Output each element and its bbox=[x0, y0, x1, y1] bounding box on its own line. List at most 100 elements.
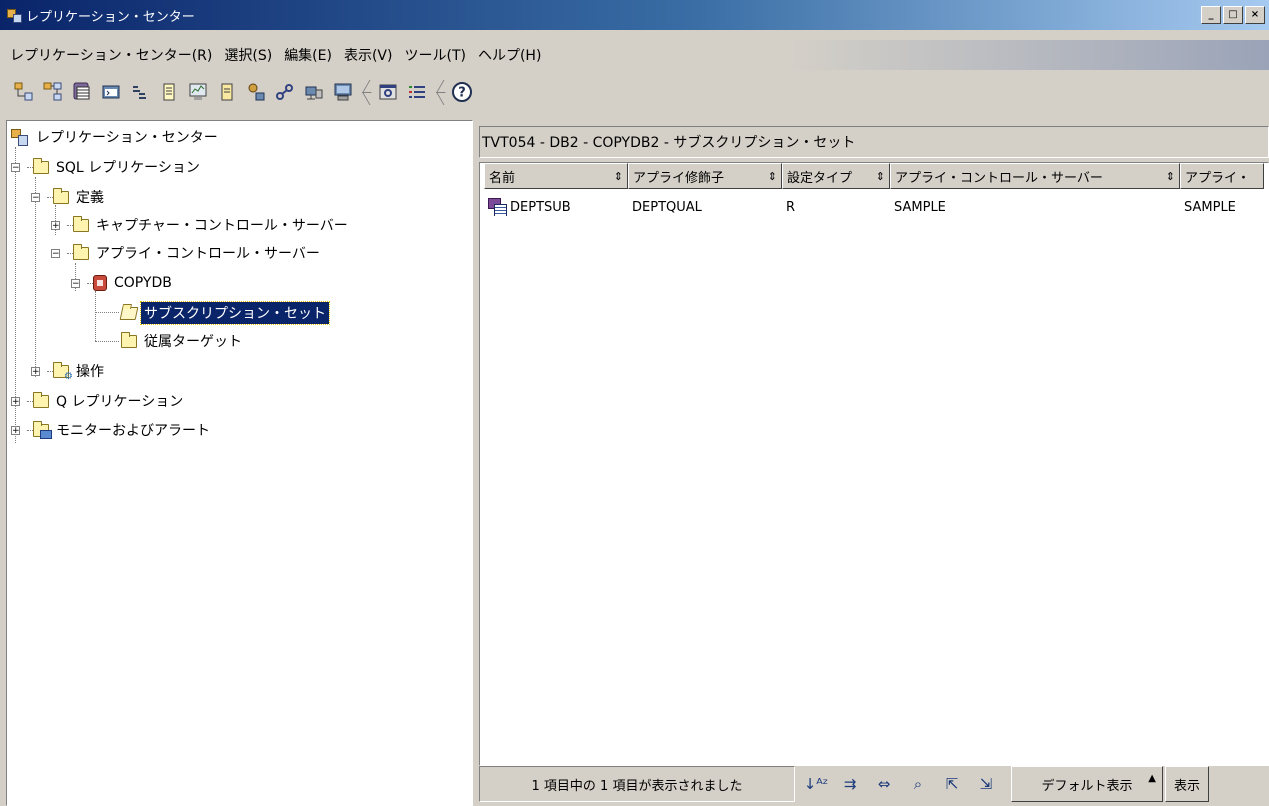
expand-capture-control-server[interactable]: + bbox=[51, 221, 60, 231]
monitor-icon[interactable] bbox=[187, 81, 209, 103]
cell-name: DEPTSUB bbox=[484, 198, 628, 216]
navigation-tree: レプリケーション・センター − SQL レプリケーション − 定義 + キャプチ… bbox=[6, 120, 473, 806]
table-row[interactable]: DEPTSUB DEPTQUAL R SAMPLE SAMPLE bbox=[484, 195, 1264, 219]
satellite-icon[interactable] bbox=[303, 81, 325, 103]
tree-node-q-replication[interactable]: Q レプリケーション bbox=[33, 387, 186, 415]
replication-icon[interactable] bbox=[13, 81, 35, 103]
tree-node-label: 定義 bbox=[76, 190, 104, 206]
column-header-set-type[interactable]: 設定タイプ ⇕ bbox=[782, 163, 890, 189]
folder-icon bbox=[73, 215, 89, 232]
column-header-apply-control-server[interactable]: アプライ・コントロール・サーバー ⇕ bbox=[890, 163, 1180, 189]
task-icon[interactable] bbox=[129, 81, 151, 103]
select-add-icon[interactable]: ⇱ bbox=[939, 772, 965, 796]
select-remove-icon[interactable]: ⇲ bbox=[973, 772, 999, 796]
tree-node-dependent-targets[interactable]: 従属ターゲット bbox=[121, 327, 245, 355]
sort-icon: ⇕ bbox=[1165, 169, 1175, 183]
folder-icon bbox=[73, 243, 89, 260]
minimize-button[interactable]: _ bbox=[1201, 6, 1221, 24]
menu-select[interactable]: 選択(S) bbox=[218, 45, 278, 65]
note-icon[interactable] bbox=[216, 81, 238, 103]
folder-icon bbox=[53, 187, 69, 204]
column-label: アプライ・ bbox=[1185, 170, 1251, 186]
tree-node-subscription-sets[interactable]: サブスクリプション・セット bbox=[119, 299, 330, 327]
help-icon[interactable]: ? bbox=[451, 81, 473, 103]
menu-view[interactable]: 表示(V) bbox=[338, 45, 399, 65]
filter-icon[interactable]: ⇉ bbox=[837, 772, 863, 796]
columns-icon[interactable]: ⇔ bbox=[871, 772, 897, 796]
collapse-apply-control-server[interactable]: − bbox=[51, 249, 60, 259]
tree-node-operations[interactable]: 操作 bbox=[53, 357, 107, 385]
menu-tools[interactable]: ツール(T) bbox=[398, 45, 471, 65]
close-button[interactable]: × bbox=[1245, 6, 1265, 24]
menu-edit[interactable]: 編集(E) bbox=[278, 45, 338, 65]
details-header: TVT054 - DB2 - COPYDB2 - サブスクリプション・セット bbox=[479, 126, 1269, 158]
maximize-button[interactable]: □ bbox=[1223, 6, 1243, 24]
column-label: 設定タイプ bbox=[787, 170, 853, 186]
folder-icon bbox=[33, 391, 49, 408]
tree-node-copydb[interactable]: COPYDB bbox=[93, 269, 175, 297]
tree-node-label: モニターおよびアラート bbox=[56, 423, 210, 439]
status-bar: 1 項目中の 1 項目が表示されました ↓ᴬᶻ ⇉ ⇔ ⌕ ⇱ ⇲ デフォルト表… bbox=[479, 762, 1269, 806]
column-label: アプライ・コントロール・サーバー bbox=[895, 170, 1103, 186]
subscription-set-icon bbox=[488, 198, 507, 216]
tree-node-definitions[interactable]: 定義 bbox=[53, 183, 107, 211]
list-icon[interactable] bbox=[406, 81, 428, 103]
tree-node-apply-control-server[interactable]: アプライ・コントロール・サーバー bbox=[73, 239, 323, 267]
tree-node-monitor-alerts[interactable]: モニターおよびアラート bbox=[33, 416, 213, 444]
tree-node-label: Q レプリケーション bbox=[56, 394, 184, 410]
sort-az-icon[interactable]: ↓ᴬᶻ bbox=[803, 772, 829, 796]
cell-apply-control-server: SAMPLE bbox=[894, 199, 946, 215]
toolbar-separator bbox=[360, 78, 368, 106]
cell-apply-qualifier: DEPTQUAL bbox=[632, 199, 702, 215]
caret-up-icon: ▲ bbox=[1148, 773, 1156, 784]
tree-node-label: キャプチャー・コントロール・サーバー bbox=[96, 218, 348, 234]
sort-icon: ⇕ bbox=[875, 169, 885, 183]
replication-multi-icon[interactable] bbox=[42, 81, 64, 103]
key-user-icon[interactable] bbox=[245, 81, 267, 103]
monitor-folder-icon bbox=[33, 420, 52, 439]
column-label: 名前 bbox=[489, 170, 516, 186]
toolbar: ? bbox=[0, 74, 1269, 110]
toolbar-separator bbox=[434, 78, 442, 106]
computer-icon[interactable] bbox=[332, 81, 354, 103]
expand-q-replication[interactable]: + bbox=[11, 397, 20, 407]
database-icon[interactable] bbox=[71, 81, 93, 103]
title-bar: レプリケーション・センター _ □ × bbox=[0, 0, 1269, 30]
view-button[interactable]: 表示 bbox=[1165, 766, 1209, 802]
folder-icon bbox=[33, 157, 49, 174]
find-icon[interactable]: ⌕ bbox=[905, 772, 931, 796]
menu-replication-center[interactable]: レプリケーション・センター(R) bbox=[4, 45, 218, 65]
settings-icon[interactable] bbox=[377, 81, 399, 103]
collapse-sql-replication[interactable]: − bbox=[11, 163, 20, 173]
cell-name-text: DEPTSUB bbox=[510, 199, 571, 215]
operations-folder-icon bbox=[53, 361, 73, 382]
command-window-icon[interactable] bbox=[100, 81, 122, 103]
app-icon bbox=[6, 7, 22, 23]
details-pane: TVT054 - DB2 - COPYDB2 - サブスクリプション・セット 名… bbox=[479, 120, 1269, 806]
open-folder-icon bbox=[119, 306, 139, 320]
expand-operations[interactable]: + bbox=[31, 367, 40, 377]
tree-node-label: サブスクリプション・セット bbox=[140, 301, 330, 325]
collapse-definitions[interactable]: − bbox=[31, 193, 40, 203]
default-view-button[interactable]: デフォルト表示 ▲ bbox=[1011, 766, 1163, 802]
window-controls: _ □ × bbox=[1201, 6, 1265, 24]
tree-node-replication-center[interactable]: レプリケーション・センター bbox=[11, 123, 221, 151]
cell-apply-extra: SAMPLE bbox=[1184, 199, 1236, 215]
column-header-apply-qualifier[interactable]: アプライ修飾子 ⇕ bbox=[628, 163, 782, 189]
menu-help[interactable]: ヘルプ(H) bbox=[472, 45, 547, 65]
menu-bar: レプリケーション・センター(R) 選択(S) 編集(E) 表示(V) ツール(T… bbox=[0, 40, 1269, 70]
expand-monitor-alerts[interactable]: + bbox=[11, 426, 20, 436]
default-view-label: デフォルト表示 bbox=[1041, 778, 1133, 794]
folder-icon bbox=[121, 331, 137, 348]
tree-node-capture-control-server[interactable]: キャプチャー・コントロール・サーバー bbox=[73, 211, 351, 239]
link-icon[interactable] bbox=[274, 81, 296, 103]
tree-node-sql-replication[interactable]: SQL レプリケーション bbox=[33, 153, 203, 181]
window-title: レプリケーション・センター bbox=[26, 9, 195, 25]
tree-node-label: 従属ターゲット bbox=[144, 334, 242, 350]
column-label: アプライ修飾子 bbox=[633, 170, 725, 186]
column-header-name[interactable]: 名前 ⇕ bbox=[484, 163, 628, 189]
tree-node-label: アプライ・コントロール・サーバー bbox=[96, 246, 320, 262]
journal-icon[interactable] bbox=[158, 81, 180, 103]
collapse-copydb[interactable]: − bbox=[71, 279, 80, 289]
column-header-apply-extra[interactable]: アプライ・ bbox=[1180, 163, 1264, 189]
